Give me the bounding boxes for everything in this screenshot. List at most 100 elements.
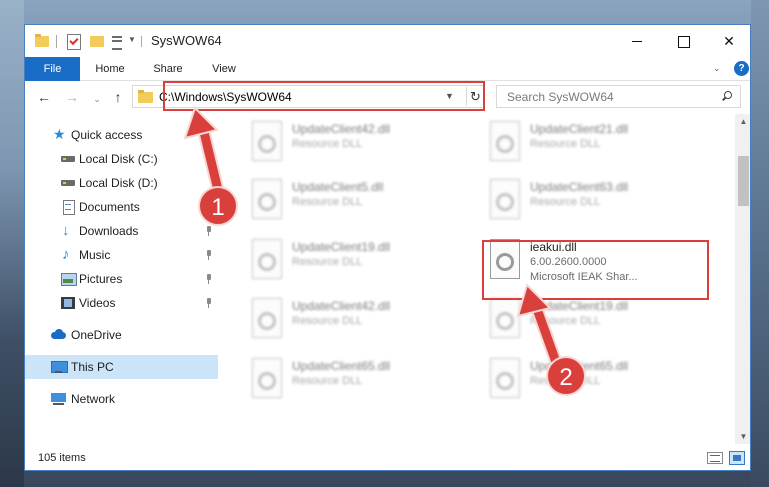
sidebar-item-label: Local Disk (D:)	[79, 176, 158, 190]
sidebar-item-label: Music	[79, 248, 111, 262]
window-title: SysWOW64	[151, 33, 222, 48]
sidebar-item-label: Quick access	[71, 128, 143, 142]
sidebar-item-quick-access[interactable]: Quick access	[25, 122, 218, 147]
ribbon-tabs: File Home Share View ⌄ ?	[25, 57, 750, 81]
scroll-down-icon[interactable]: ▼	[735, 429, 750, 444]
disk-icon	[61, 152, 75, 166]
sidebar-item-local-disk-d[interactable]: Local Disk (D:)	[25, 171, 218, 195]
desktop-background-right	[751, 0, 769, 487]
file-item[interactable]: UpdateClient21.dll Resource DLL	[484, 117, 704, 169]
sidebar-item-label: Pictures	[79, 272, 123, 286]
sidebar-item-downloads[interactable]: Downloads	[25, 219, 218, 243]
sidebar-item-label: Videos	[79, 296, 116, 310]
search-placeholder: Search SysWOW64	[507, 90, 614, 104]
dll-file-icon	[487, 358, 521, 402]
file-description: Resource DLL	[292, 138, 363, 150]
onedrive-icon	[51, 328, 66, 342]
file-name: UpdateClient21.dll	[530, 122, 629, 136]
sidebar-item-videos[interactable]: Videos	[25, 291, 218, 315]
desktop-background-left	[0, 0, 24, 487]
view-options-icon[interactable]	[111, 33, 127, 50]
expand-ribbon-chevron-icon[interactable]: ⌄	[713, 63, 723, 73]
forward-arrow-icon[interactable]: →	[64, 89, 80, 105]
address-bar-highlight	[163, 81, 485, 111]
navigation-pane: Quick access Local Disk (C:) Local Disk …	[25, 114, 218, 444]
file-description: Resource DLL	[292, 315, 363, 327]
large-icons-view-icon[interactable]	[729, 451, 745, 465]
file-name: UpdateClient42.dll	[292, 122, 391, 136]
address-folder-icon	[138, 90, 153, 103]
music-icon	[61, 243, 75, 267]
pin-icon[interactable]	[205, 298, 213, 308]
scroll-thumb[interactable]	[738, 156, 749, 206]
dll-file-icon	[249, 179, 283, 223]
pin-icon[interactable]	[205, 226, 213, 236]
documents-icon	[61, 200, 75, 215]
file-item[interactable]: UpdateClient19.dll Resource DLL	[246, 235, 466, 287]
dll-file-icon	[249, 121, 283, 165]
file-name: UpdateClient63.dll	[530, 180, 629, 194]
disk-icon	[61, 176, 75, 190]
network-icon	[51, 392, 66, 406]
pin-icon[interactable]	[205, 274, 213, 284]
sidebar-item-documents[interactable]: Documents	[25, 195, 218, 219]
minimize-button[interactable]	[614, 25, 660, 57]
back-arrow-icon[interactable]: ←	[36, 89, 52, 105]
file-item[interactable]: UpdateClient42.dll Resource DLL	[246, 294, 466, 346]
file-item[interactable]: UpdateClient65.dll Resource DLL	[246, 354, 466, 406]
videos-icon	[61, 296, 75, 310]
dll-file-icon	[249, 298, 283, 342]
sidebar-item-label: OneDrive	[71, 328, 122, 342]
file-name: UpdateClient19.dll	[292, 240, 391, 254]
file-item[interactable]: UpdateClient65.dll Resource DLL	[484, 354, 704, 406]
star-icon	[53, 122, 67, 146]
scroll-up-icon[interactable]: ▲	[735, 114, 750, 129]
search-icon[interactable]	[721, 91, 732, 102]
file-item[interactable]: UpdateClient5.dll Resource DLL	[246, 175, 466, 227]
file-description: Resource DLL	[530, 138, 601, 150]
title-separator	[141, 36, 142, 47]
sidebar-item-label: Network	[71, 392, 116, 406]
vertical-scrollbar[interactable]: ▲ ▼	[735, 114, 750, 444]
quick-access-dropdown-icon[interactable]: ▼	[128, 35, 136, 44]
pin-icon[interactable]	[205, 250, 213, 260]
step-2-badge: 2	[546, 356, 586, 396]
up-arrow-icon[interactable]: ↑	[110, 89, 126, 105]
file-name: UpdateClient19.dll	[530, 299, 629, 313]
tab-share[interactable]: Share	[145, 57, 191, 81]
folder-icon	[34, 33, 50, 49]
dll-file-icon	[487, 121, 521, 165]
tab-home[interactable]: Home	[88, 57, 132, 81]
tab-file[interactable]: File	[25, 57, 80, 81]
file-item[interactable]: UpdateClient42.dll Resource DLL	[246, 117, 466, 169]
sidebar-item-network[interactable]: Network	[25, 387, 218, 411]
recent-locations-chevron-icon[interactable]: ⌄	[89, 91, 105, 107]
dll-file-icon	[487, 298, 521, 342]
status-bar: 105 items	[25, 446, 750, 470]
maximize-button[interactable]	[660, 25, 706, 57]
file-highlight	[482, 240, 709, 300]
sidebar-item-this-pc[interactable]: This PC	[25, 355, 218, 379]
details-view-icon[interactable]	[707, 452, 723, 464]
dll-file-icon	[249, 358, 283, 402]
sidebar-item-music[interactable]: Music	[25, 243, 218, 267]
search-box[interactable]: Search SysWOW64	[496, 85, 741, 108]
new-folder-icon[interactable]	[89, 33, 105, 49]
close-button[interactable]: ✕	[706, 25, 750, 57]
file-item[interactable]: UpdateClient63.dll Resource DLL	[484, 175, 704, 227]
dll-file-icon	[487, 179, 521, 223]
tab-view[interactable]: View	[203, 57, 245, 81]
sidebar-item-onedrive[interactable]: OneDrive	[25, 323, 218, 347]
file-description: Resource DLL	[292, 375, 363, 387]
sidebar-item-label: Documents	[79, 200, 140, 214]
title-bar: ▼ SysWOW64 ✕	[25, 25, 750, 57]
file-item[interactable]: UpdateClient19.dll Resource DLL	[484, 294, 704, 346]
item-count: 105 items	[38, 452, 86, 464]
properties-icon[interactable]	[65, 33, 81, 50]
sidebar-item-pictures[interactable]: Pictures	[25, 267, 218, 291]
sidebar-item-local-disk-c[interactable]: Local Disk (C:)	[25, 147, 218, 171]
help-button[interactable]: ?	[734, 61, 749, 76]
step-1-badge: 1	[198, 186, 238, 226]
close-icon: ✕	[723, 33, 735, 49]
file-name: UpdateClient5.dll	[292, 180, 384, 194]
